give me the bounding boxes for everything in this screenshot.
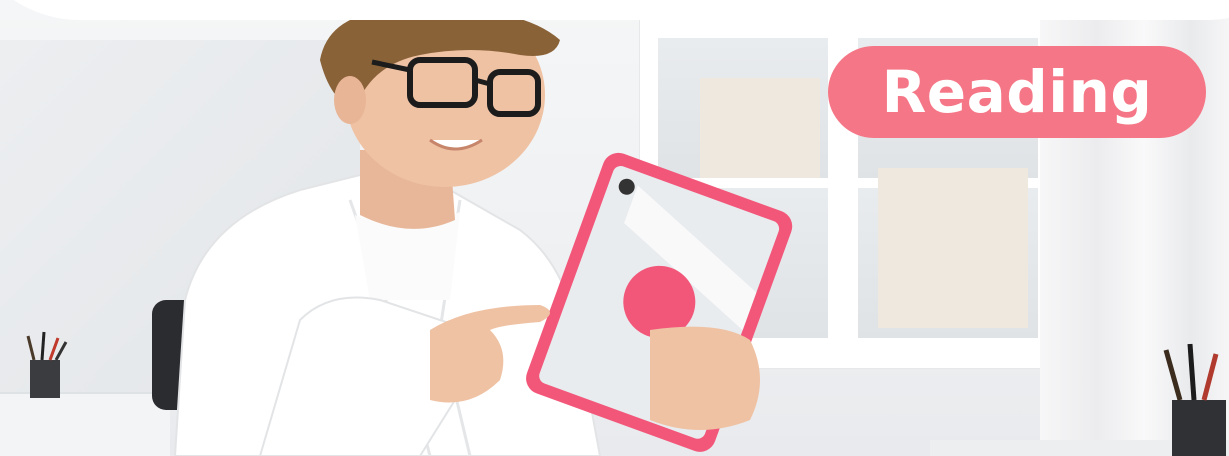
- reading-badge-label: Reading: [881, 58, 1153, 126]
- top-white-arc: [0, 0, 1229, 20]
- pencil-cup-icon: [26, 331, 68, 398]
- reading-badge: Reading: [828, 46, 1206, 138]
- pencil-cup-icon: [1163, 343, 1226, 456]
- reading-banner: Reading: [0, 0, 1229, 456]
